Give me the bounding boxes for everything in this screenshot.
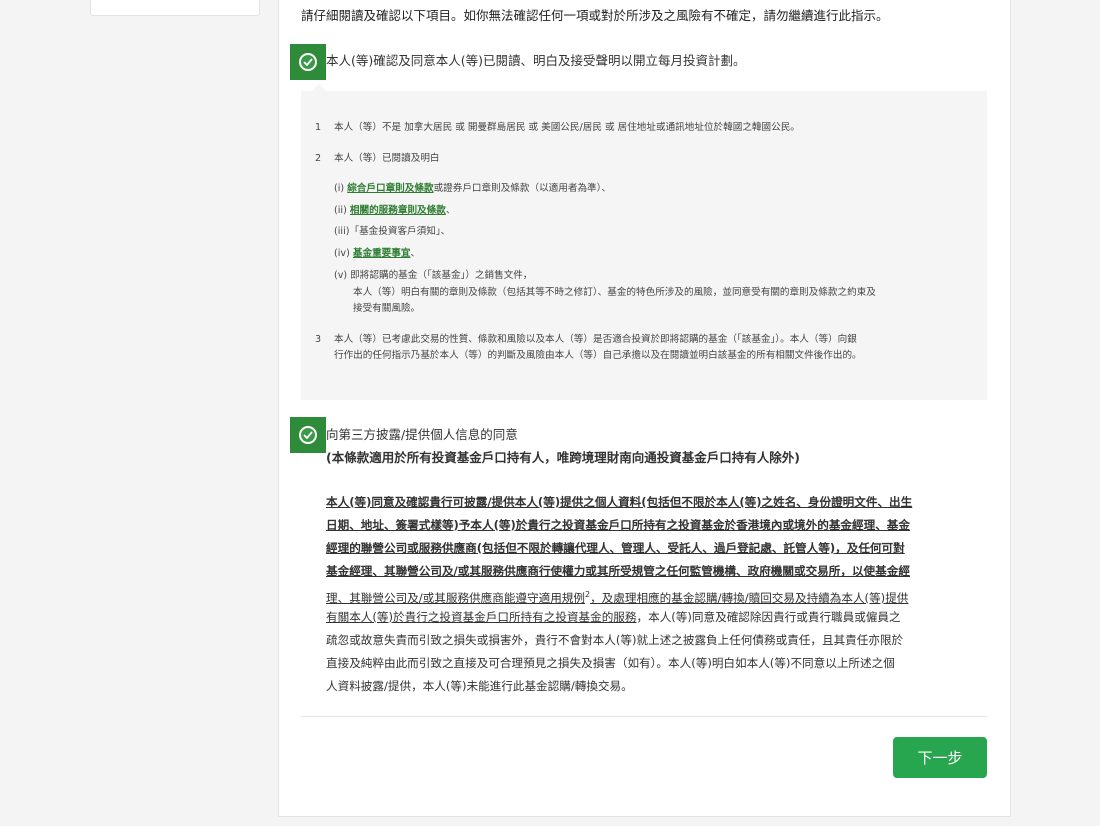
- term-sub-ii: (ii) 相關的服務章則及條款、: [334, 205, 456, 216]
- intro-text: 請仔細閱讀及確認以下項目。如你無法確認任何一項或對於所涉及之風險有不確定，請勿繼…: [301, 8, 889, 23]
- term-sub-iv: (iv) 基金重要事宜、: [334, 248, 421, 259]
- consent-line-part: 有關本人(等)於貴行之投資基金戶口所持有之投資基金的服務: [326, 610, 637, 624]
- consent-subtitle: (本條款適用於所有投資基金戶口持有人，唯跨境理財南向通投資基金戶口持有人除外): [326, 450, 800, 465]
- consent-checkbox[interactable]: [290, 417, 326, 453]
- confirm-label: 本人(等)確認及同意本人(等)已閱讀、明白及接受聲明以開立每月投資計劃。: [326, 53, 746, 68]
- fund-important-matters-link[interactable]: 基金重要事宜: [353, 248, 411, 259]
- consent-line-part: 理、其聯營公司及/或其服務供應商能遵守適用規例: [326, 590, 585, 605]
- consent-title: 向第三方披露/提供個人信息的同意: [326, 427, 518, 442]
- consent-line: 人資料披露/提供，本人(等)未能進行此基金認購/轉換交易。: [326, 679, 633, 693]
- check-icon: [299, 53, 317, 71]
- service-terms-link[interactable]: 相關的服務章則及條款: [350, 205, 446, 216]
- panel-pointer: [311, 84, 327, 92]
- term-item-2: 本人（等）已閱讀及明白: [334, 153, 440, 164]
- consent-line: 基金經理、其聯營公司及/或其服務供應商行使權力或其所受規管之任何監管機構、政府機…: [326, 564, 910, 578]
- consent-line: 日期、地址、簽署式樣等)予本人(等)於貴行之投資基金戶口所持有之投資基金於香港境…: [326, 518, 910, 532]
- term-sub-v-line: 接受有關風險。: [353, 303, 421, 314]
- consent-line: 經理的聯營公司或服務供應商(包括但不限於轉讓代理人、管理人、受託人、過戶登記處、…: [326, 541, 905, 555]
- consent-line-part: ，及處理相應的基金認購/轉換/贖回交易及持續為本人(等)提供: [590, 590, 909, 605]
- term-item-3-line: 行作出的任何指示乃基於本人（等）的判斷及風險由本人（等）自己承擔以及在閱讀並明白…: [334, 350, 862, 361]
- check-icon: [299, 426, 317, 444]
- term-sub-v: (v) 即將認購的基金（「該基金」）之銷售文件，: [334, 270, 533, 281]
- term-number: 2: [315, 153, 322, 164]
- consent-line: 有關本人(等)於貴行之投資基金戶口所持有之投資基金的服務，本人(等)同意及確認除…: [326, 606, 991, 629]
- sidebar-card: [90, 0, 260, 16]
- consent-line: 疏忽或故意失責而引致之損失或損害外，貴行不會對本人(等)就上述之披露負上任何債務…: [326, 633, 904, 647]
- consent-line: 直接及純粹由此而引致之直接及可合理預見之損失及損害（如有）。本人(等)明白如本人…: [326, 656, 895, 670]
- term-sub-v-line: 本人（等）明白有關的章則及條款（包括其等不時之修訂）、基金的特色所涉及的風險，並…: [353, 287, 876, 298]
- consent-body: 本人(等)同意及確認貴行可披露/提供本人(等)提供之個人資料(包括但不限於本人(…: [326, 491, 991, 698]
- term-number: 1: [315, 122, 322, 133]
- consent-line: 本人(等)同意及確認貴行可披露/提供本人(等)提供之個人資料(包括但不限於本人(…: [326, 495, 913, 509]
- confirm-checkbox[interactable]: [290, 44, 326, 80]
- term-sub-iii: (iii)「基金投資客戶須知」、: [334, 226, 451, 237]
- account-terms-link[interactable]: 綜合戶口章則及條款: [347, 183, 433, 194]
- divider: [301, 716, 987, 717]
- term-number: 3: [315, 334, 322, 345]
- term-item-3: 本人（等）已考慮此交易的性質、條款和風險以及本人（等）是否適合投資於即將認購的基…: [334, 334, 857, 345]
- term-item-1: 本人（等）不是 加拿大居民 或 開曼群島居民 或 美國公民/居民 或 居住地址或…: [334, 122, 800, 133]
- term-sub-i: (i) 綜合戶口章則及條款或證券戶口章則及條款（以適用者為準）、: [334, 183, 612, 194]
- consent-line: 理、其聯營公司及/或其服務供應商能遵守適用規例2，及處理相應的基金認購/轉換/贖…: [326, 583, 991, 606]
- consent-line-part: ，本人(等)同意及確認除因貴行或貴行職員或僱員之: [636, 610, 901, 624]
- next-step-button[interactable]: 下一步: [893, 737, 987, 778]
- terms-panel: 1 本人（等）不是 加拿大居民 或 開曼群島居民 或 美國公民/居民 或 居住地…: [301, 84, 987, 400]
